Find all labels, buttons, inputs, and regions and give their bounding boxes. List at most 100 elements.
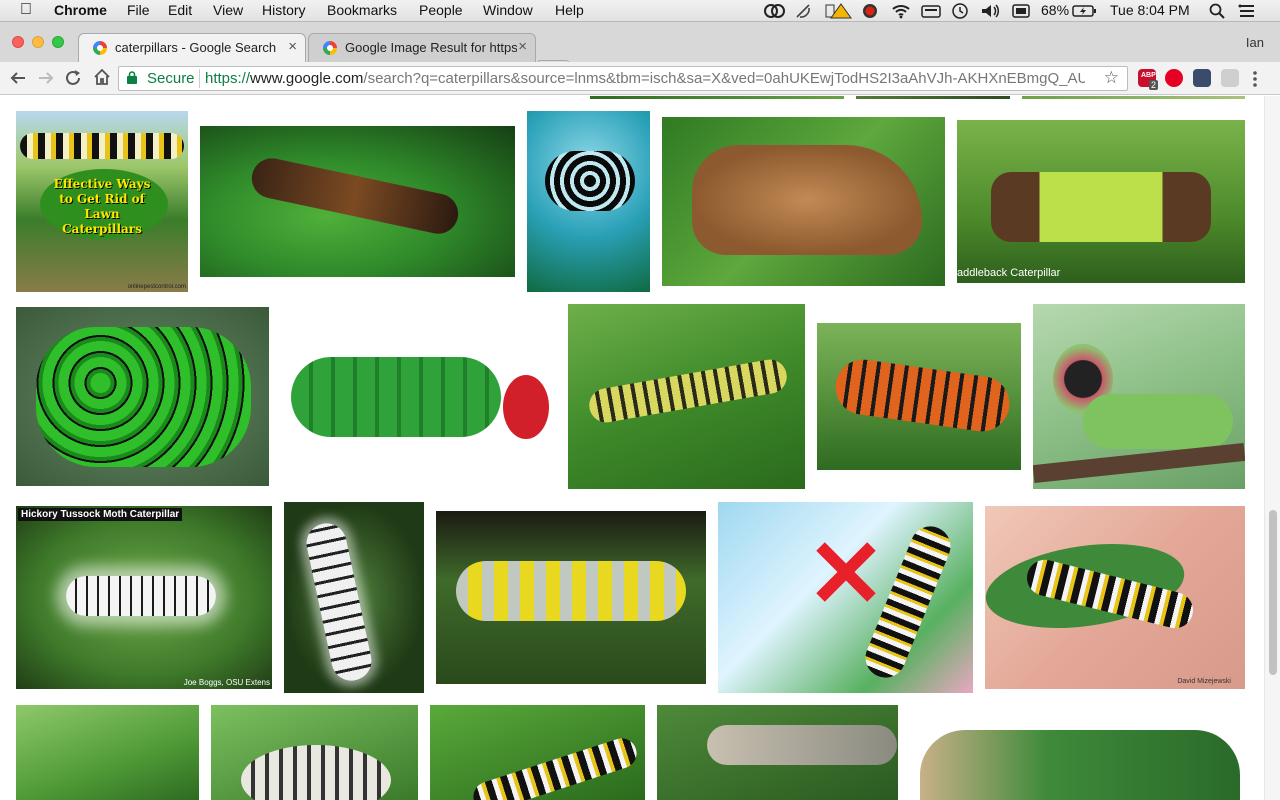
image-result-saddleback[interactable]: addleback Caterpillar (957, 120, 1245, 283)
image-result-monarch-hand[interactable]: David Mizejewski (985, 506, 1245, 689)
menu-edit[interactable]: Edit (168, 2, 192, 18)
address-divider (199, 69, 200, 88)
yellow-caterpillar-graphic (586, 356, 790, 426)
red-x-icon (816, 542, 876, 602)
chrome-menu-icon[interactable] (1252, 70, 1258, 88)
reload-icon[interactable] (65, 69, 83, 87)
tab-title: Google Image Result for https (345, 40, 517, 55)
saddleback-caption: addleback Caterpillar (957, 267, 1061, 279)
zoom-window-button[interactable] (52, 36, 64, 48)
image-result-moth[interactable] (211, 705, 418, 800)
green-spotted-caterpillar-graphic (36, 327, 251, 467)
creative-cloud-icon[interactable] (763, 3, 785, 19)
menu-history[interactable]: History (262, 2, 306, 18)
menu-file[interactable]: File (127, 2, 150, 18)
volume-icon[interactable] (980, 3, 1002, 19)
keyboard-icon[interactable] (921, 3, 941, 19)
image-result-partial-3[interactable] (1022, 96, 1245, 99)
browser-toolbar: Secure https://www.google.com/search?q=c… (0, 62, 1280, 95)
image-result-striped-caterpillar[interactable] (430, 705, 645, 800)
image-result-cabbage-caterpillar[interactable] (568, 304, 805, 489)
monarch-caterpillar-graphic (469, 734, 641, 800)
apple-menu-icon[interactable]:  (20, 1, 32, 19)
effective-ways-caption: Effective Ways to Get Rid of Lawn Caterp… (53, 177, 151, 236)
image-result-yellow-spiked[interactable] (436, 511, 706, 684)
image-result-do-not-touch[interactable] (718, 502, 973, 693)
record-icon[interactable] (861, 3, 879, 19)
image-result-partial-1[interactable] (590, 96, 844, 99)
tab-caterpillars-search[interactable]: caterpillars - Google Search × (78, 33, 306, 63)
forward-icon[interactable] (37, 70, 55, 86)
tab-title: caterpillars - Google Search (115, 40, 277, 55)
url-path: /search?q=caterpillars&source=lnms&tbm=i… (363, 70, 1085, 87)
tab-close-icon[interactable]: × (288, 38, 297, 55)
secure-lock-icon (127, 71, 137, 84)
spotlight-search-icon[interactable] (1209, 3, 1225, 19)
image-result-green-caterpillar[interactable] (16, 705, 199, 800)
url-scheme: https:// (205, 70, 251, 87)
google-favicon-icon (323, 41, 337, 55)
moth-wings-graphic (241, 745, 391, 800)
image-result-hickory-tussock[interactable]: Hickory Tussock Moth Caterpillar Joe Bog… (16, 506, 272, 689)
image-results-grid: Effective Ways to Get Rid of Lawn Caterp… (0, 96, 1264, 800)
hungry-caterpillar-head-graphic (503, 375, 549, 439)
battery-charging-icon[interactable] (1072, 3, 1098, 19)
url-text[interactable]: https://www.google.com/search?q=caterpil… (205, 70, 1085, 87)
image-result-white-tussock[interactable] (284, 502, 424, 693)
image-result-orange-caterpillar[interactable] (817, 323, 1021, 470)
saddleback-caterpillar-graphic (991, 172, 1211, 242)
menu-window[interactable]: Window (483, 2, 533, 18)
image-credit: David Mizejewski (1177, 678, 1231, 685)
k-extension-icon[interactable] (1221, 69, 1239, 87)
adblock-label-icon: ABP (1141, 72, 1156, 79)
puzzle-extension-icon[interactable] (1193, 69, 1211, 87)
menu-help[interactable]: Help (555, 2, 584, 18)
image-result-partial-2[interactable] (856, 96, 1010, 99)
hickory-caption: Hickory Tussock Moth Caterpillar (18, 508, 183, 521)
orange-caterpillar-graphic (832, 356, 1013, 435)
brown-caterpillar-graphic (248, 154, 462, 238)
tab-close-icon[interactable]: × (518, 38, 527, 55)
adblock-extension-icon[interactable]: ABP 2 (1138, 69, 1158, 90)
display-icon[interactable] (1012, 3, 1030, 19)
home-icon[interactable] (93, 68, 111, 86)
fuzzy-caterpillar-graphic (692, 145, 922, 255)
image-result-hungry-caterpillar[interactable] (281, 307, 556, 486)
spiky-caterpillar-graphic (545, 151, 635, 211)
image-result-fuzzy-caterpillar[interactable] (662, 117, 945, 286)
pinterest-extension-icon[interactable] (1165, 69, 1183, 87)
wifi-icon[interactable] (891, 3, 911, 19)
white-tussock-caterpillar-graphic (66, 576, 216, 616)
notification-center-icon[interactable] (1238, 3, 1256, 19)
app-menu-chrome[interactable]: Chrome (54, 2, 107, 18)
camouflaged-caterpillar-graphic (920, 730, 1240, 800)
url-host: www.google.com (250, 70, 364, 87)
image-result-spiky-caterpillar[interactable] (527, 111, 650, 292)
profile-name[interactable]: Ian (1246, 35, 1264, 50)
image-result-grey-caterpillar[interactable] (657, 705, 898, 800)
image-credit: onlinepestcontrol.com (127, 284, 186, 290)
image-result-twig-caterpillar[interactable] (200, 126, 515, 277)
image-result-camouflaged-caterpillar[interactable] (910, 705, 1245, 800)
close-window-button[interactable] (12, 36, 24, 48)
hairy-caterpillar-graphic (302, 519, 376, 685)
time-machine-icon[interactable] (951, 3, 969, 19)
image-result-emperor-caterpillar[interactable] (16, 307, 269, 486)
warning-app-icon[interactable] (825, 3, 853, 19)
minimize-window-button[interactable] (32, 36, 44, 48)
image-result-lawn-caterpillars[interactable]: Effective Ways to Get Rid of Lawn Caterp… (16, 111, 188, 292)
back-icon[interactable] (9, 70, 27, 86)
menubar-clock[interactable]: Tue 8:04 PM (1110, 2, 1190, 18)
bookmark-star-icon[interactable]: ☆ (1104, 68, 1119, 88)
menu-people[interactable]: People (419, 2, 463, 18)
image-credit: Joe Boggs, OSU Extens (183, 678, 270, 687)
page-scrollbar[interactable] (1264, 96, 1280, 800)
menu-bookmarks[interactable]: Bookmarks (327, 2, 397, 18)
menu-view[interactable]: View (213, 2, 243, 18)
address-bar[interactable]: Secure https://www.google.com/search?q=c… (118, 66, 1128, 91)
image-result-puss-moth[interactable] (1033, 304, 1245, 489)
satellite-icon[interactable] (795, 3, 813, 19)
grey-caterpillar-graphic (707, 725, 897, 765)
tab-google-image-result[interactable]: Google Image Result for https × (308, 33, 536, 62)
scrollbar-thumb[interactable] (1269, 510, 1277, 675)
